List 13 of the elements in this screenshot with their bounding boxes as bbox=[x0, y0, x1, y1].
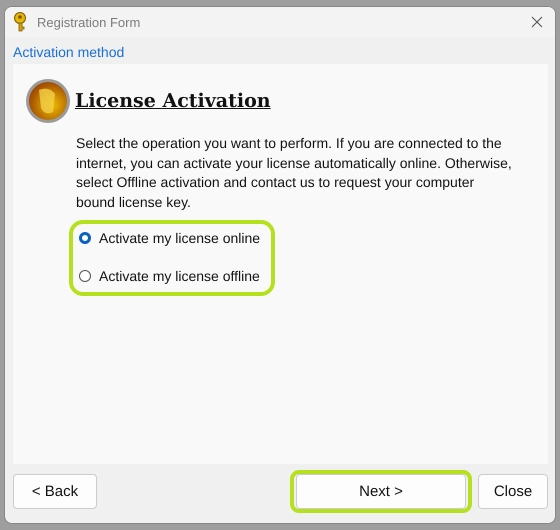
key-icon bbox=[13, 12, 29, 32]
radio-button[interactable] bbox=[79, 270, 91, 282]
coin-icon bbox=[25, 78, 71, 124]
page-heading: License Activation bbox=[75, 90, 271, 112]
section-title: Activation method bbox=[13, 44, 126, 60]
window-title: Registration Form bbox=[37, 14, 142, 30]
back-button[interactable]: < Back bbox=[13, 474, 97, 509]
radio-option[interactable]: Activate my license online bbox=[79, 230, 260, 246]
next-button[interactable]: Next > bbox=[296, 474, 466, 509]
close-button[interactable]: Close bbox=[478, 474, 548, 509]
instructions-text: Select the operation you want to perform. If you are connected to the internet, you can activate your license automatically online. Otherwise, select Offline activation and contact us to request your computer bound license key. bbox=[76, 134, 513, 212]
radio-option[interactable]: Activate my license offline bbox=[79, 268, 260, 284]
radio-button[interactable] bbox=[79, 232, 91, 244]
